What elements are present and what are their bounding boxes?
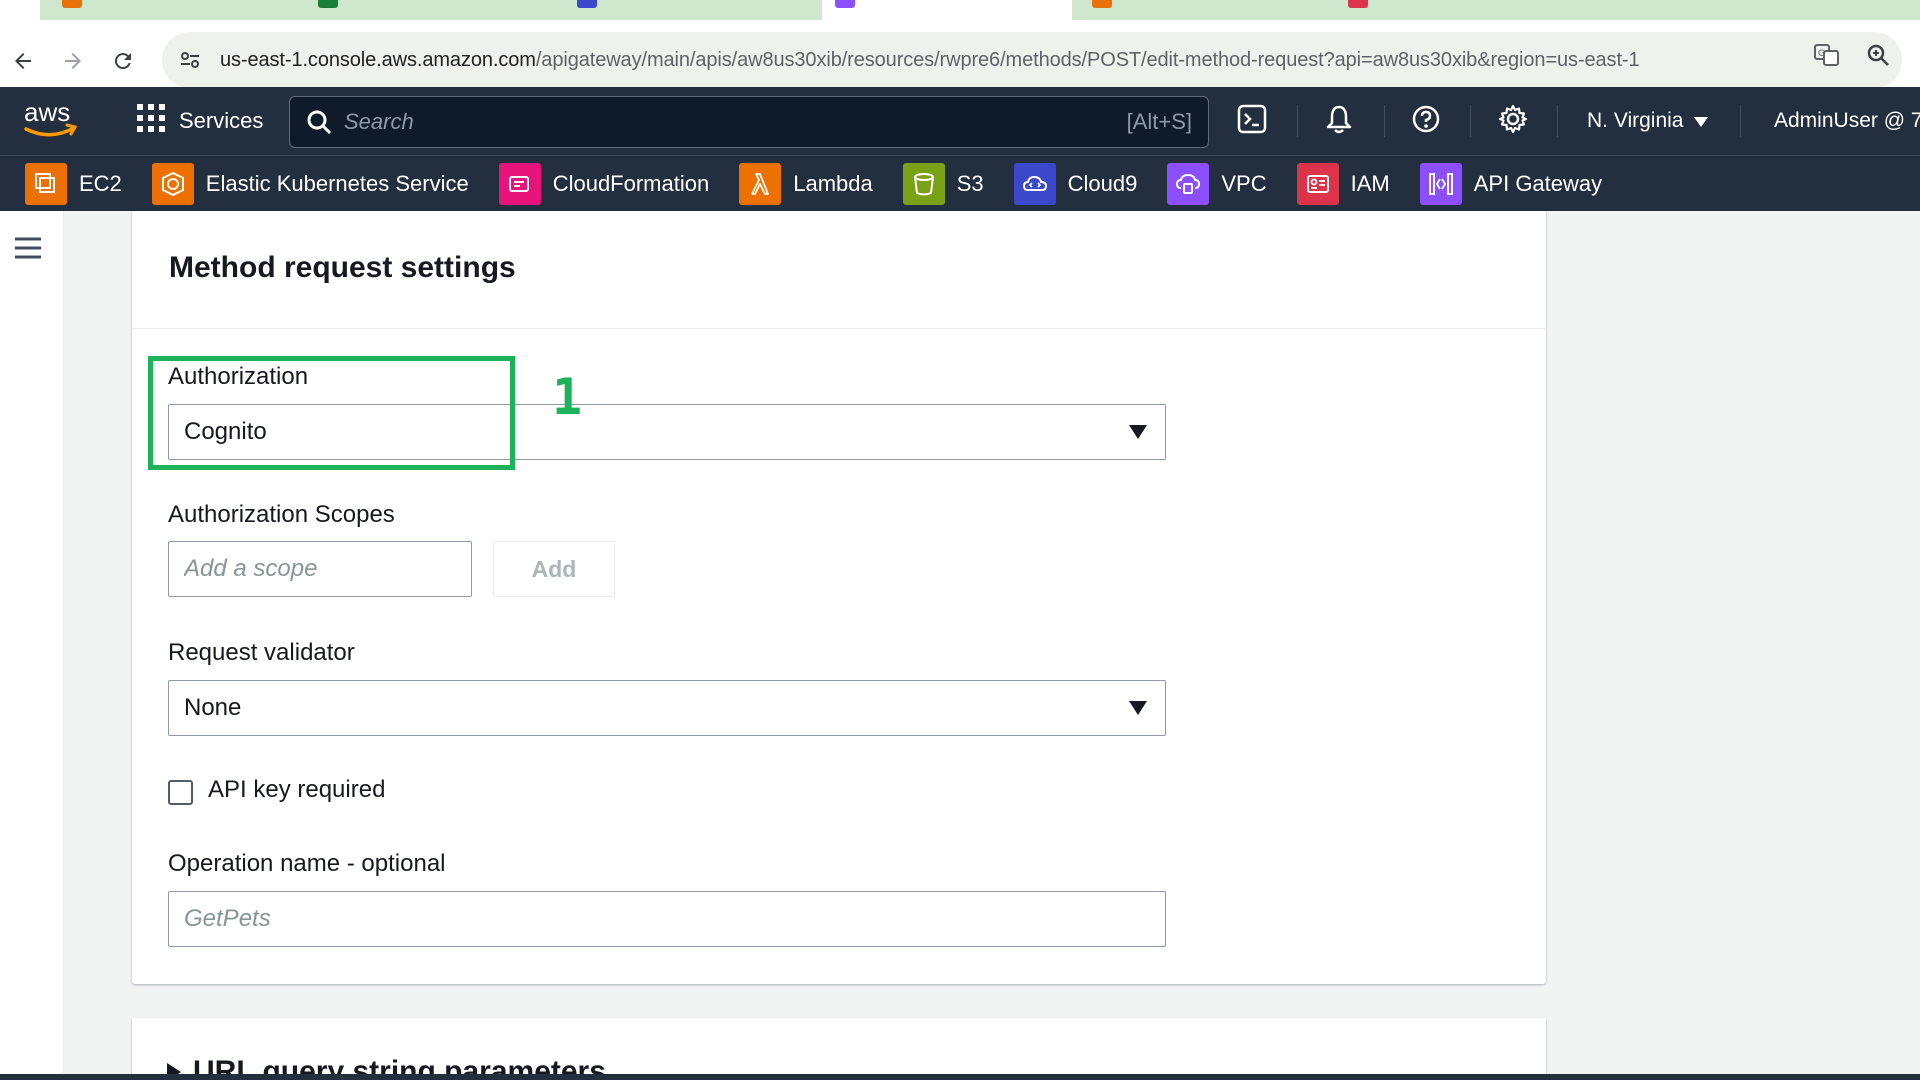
account-menu[interactable]: AdminUser @ 7 [1774,87,1920,155]
favorite-label: IAM [1350,170,1390,196]
favorite-label: Lambda [793,170,873,196]
menu-toggle-button[interactable] [14,235,42,261]
iam-service-icon [1296,162,1339,205]
cloudshell-icon [1237,104,1267,139]
tab-favicon-icon [318,0,338,8]
request-validator-select[interactable]: None [168,680,1166,736]
bell-icon [1324,104,1354,139]
search-icon [306,109,332,135]
request-validator-label: Request validator [168,639,355,666]
url-path: /apigateway/main/apis/aw8us30xib/resourc… [535,48,1640,71]
favorite-vpc[interactable]: VPC [1167,162,1267,205]
tab-favicon-icon [577,0,597,8]
url-query-string-parameters-section[interactable]: URL query string parameters [132,1018,1546,1080]
operation-name-input[interactable] [168,891,1166,947]
method-request-settings-panel: Method request settings Authorization Co… [132,211,1546,984]
cloudformation-service-icon [498,162,541,205]
search-placeholder: Search [344,109,414,134]
browser-tab-strip [0,0,1920,20]
nav-divider [1384,105,1385,137]
panel-header: Method request settings [132,211,1546,329]
favorite-s3[interactable]: S3 [902,162,984,205]
caret-down-icon [1129,425,1147,439]
favorite-ec2[interactable]: EC2 [25,162,122,205]
arrow-right-icon [61,49,85,78]
account-label: AdminUser @ 7 [1774,109,1920,132]
nav-divider [1557,105,1558,137]
favorite-eks[interactable]: Elastic Kubernetes Service [151,162,469,205]
favorite-cloudformation[interactable]: CloudFormation [498,162,710,205]
search-input[interactable]: Search [Alt+S] [289,96,1209,148]
favorite-api-gateway[interactable]: API Gateway [1419,162,1603,205]
favorite-label: Cloud9 [1067,170,1138,196]
region-label: N. Virginia [1587,109,1684,132]
annotation-step-number: 1 [552,368,583,426]
favorite-label: CloudFormation [552,170,710,196]
url-text: us-east-1.console.aws.amazon.com/apigate… [220,49,1640,72]
request-validator-value: None [184,694,242,721]
zoom-icon[interactable] [1866,43,1890,72]
add-scope-button[interactable]: Add [493,541,615,597]
s3-service-icon [902,162,945,205]
favorite-label: Elastic Kubernetes Service [205,170,469,196]
nav-divider [1740,105,1741,137]
scope-input[interactable] [168,541,472,597]
ec2-service-icon [25,162,67,205]
nav-divider [1470,105,1471,137]
favorite-label: EC2 [79,170,122,196]
browser-tab-active[interactable] [822,0,1072,20]
tab-favicon-icon [1348,0,1368,8]
translate-icon[interactable]: G [1814,42,1840,73]
search-shortcut: [Alt+S] [1126,109,1192,134]
region-selector[interactable]: N. Virginia [1587,87,1708,155]
settings-button[interactable] [1483,87,1543,155]
services-label: Services [179,108,264,133]
caret-down-icon [1693,109,1708,133]
api-key-required-label: API key required [208,776,386,803]
browser-tab[interactable] [0,0,40,20]
svg-text:aws: aws [24,97,70,127]
eks-service-icon [151,162,194,205]
api-gateway-service-icon [1419,162,1462,205]
vpc-service-icon [1167,162,1210,205]
authorization-scopes-label: Authorization Scopes [168,501,395,528]
svg-text:G: G [1818,49,1825,59]
notifications-button[interactable] [1309,87,1369,155]
favorite-label: VPC [1221,170,1267,196]
tab-favicon-icon [62,0,82,8]
favorites-bar: EC2 Elastic Kubernetes Service CloudForm… [0,155,1920,211]
favorite-label: API Gateway [1473,170,1603,196]
cloudshell-button[interactable] [1222,87,1282,155]
aws-top-nav: aws Services Search [Alt+S] N. Virginia … [0,87,1920,155]
api-key-required-checkbox[interactable] [168,780,193,805]
tab-favicon-icon [1092,0,1112,8]
site-info-icon[interactable] [172,42,208,78]
caret-down-icon [1129,701,1147,715]
hamburger-icon [14,237,42,265]
help-icon [1411,104,1441,139]
services-menu-button[interactable]: Services [137,87,263,155]
arrow-left-icon [11,49,35,78]
tab-favicon-icon [835,0,855,8]
nav-divider [1297,105,1298,137]
help-button[interactable] [1396,87,1456,155]
side-navigation-rail [0,211,64,1080]
favorite-lambda[interactable]: Lambda [739,162,873,205]
gear-icon [1498,104,1528,139]
lambda-service-icon [739,162,782,205]
cloud9-service-icon [1013,162,1056,205]
annotation-highlight-box [148,356,515,470]
bottom-edge [0,1074,1920,1080]
panel-title: Method request settings [169,251,516,284]
favorite-iam[interactable]: IAM [1296,162,1390,205]
address-bar[interactable]: us-east-1.console.aws.amazon.com/apigate… [162,32,1902,88]
operation-name-label: Operation name - optional [168,850,446,877]
reload-icon [111,49,135,78]
favorite-cloud9[interactable]: Cloud9 [1013,162,1138,205]
favorite-label: S3 [956,170,984,196]
url-host: us-east-1.console.aws.amazon.com [220,48,536,71]
grid-icon [137,104,165,138]
aws-logo[interactable]: aws [22,97,78,141]
